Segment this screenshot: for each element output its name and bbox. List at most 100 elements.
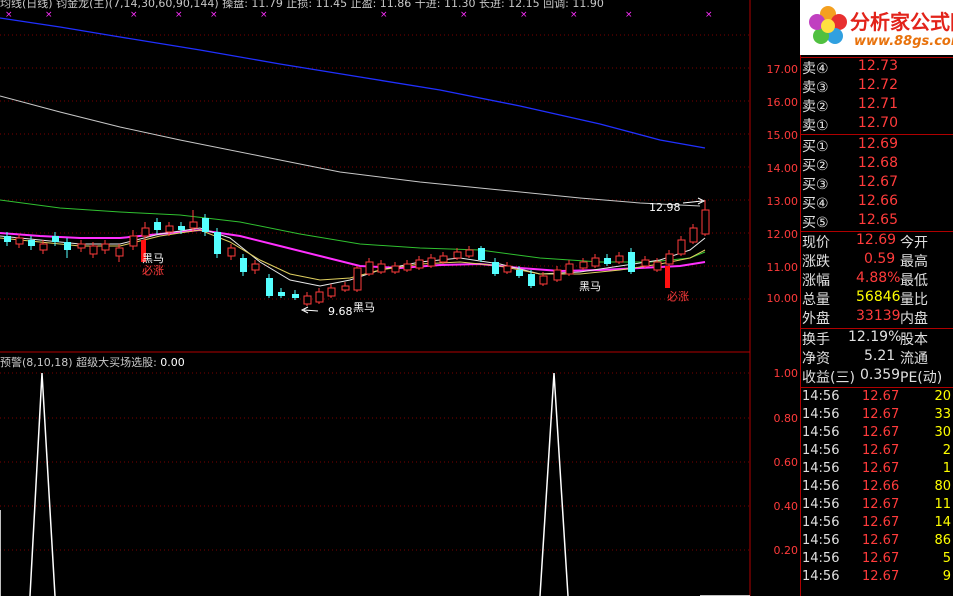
price-tick-13: 13.00 bbox=[766, 195, 799, 208]
neipan-label: 内盘 bbox=[900, 311, 928, 327]
buy-1-price: 12.69 bbox=[857, 136, 898, 152]
liutong-label: 流通 bbox=[900, 351, 928, 367]
candle-body bbox=[591, 257, 600, 267]
quote-row-jingzi: 净资 5.21 流通 bbox=[802, 348, 953, 367]
price-tick-12: 12.00 bbox=[766, 228, 799, 241]
sell-row-1: 卖① 12.70 bbox=[802, 115, 898, 134]
liangbi-label: 量比 bbox=[900, 292, 928, 308]
tick-time: 14:56 bbox=[802, 425, 840, 440]
indicator-tick-06: 0.60 bbox=[773, 456, 799, 469]
buy-row-1: 买① 12.69 bbox=[802, 136, 898, 155]
indicator-header: 均线(日线) 钧金龙(主)(7,14,30,60,90,144) 操盘: 11.… bbox=[0, 0, 604, 10]
candle-body bbox=[303, 295, 312, 305]
candle-body bbox=[492, 262, 499, 274]
sell-row-4: 卖④ 12.73 bbox=[802, 58, 898, 77]
xianjia-value: 12.69 bbox=[856, 232, 897, 248]
ma-blue-line bbox=[0, 17, 706, 149]
candle-body bbox=[327, 287, 336, 297]
buy-row-5: 买⑤ 12.65 bbox=[802, 212, 898, 231]
quote-row-shouyi: 收益(三) 0.359 PE(动) bbox=[802, 367, 953, 386]
candle-body bbox=[579, 261, 588, 269]
zhangdie-label: 涨跌 bbox=[802, 254, 830, 270]
tick-price: 12.67 bbox=[862, 569, 900, 584]
tick-row: 14:56 12.67 20 bbox=[802, 389, 953, 407]
quote-row-zongliang: 总量 56846 量比 bbox=[802, 289, 953, 308]
candle-body bbox=[516, 270, 523, 276]
candle-body bbox=[439, 255, 448, 263]
tick-price: 12.67 bbox=[862, 425, 900, 440]
logo-url-text: www.88gs.com bbox=[854, 34, 953, 49]
shouyi-label: 收益(三) bbox=[802, 370, 855, 386]
tick-time: 14:56 bbox=[802, 389, 840, 404]
side-left-border bbox=[800, 0, 801, 596]
candle-body bbox=[353, 267, 362, 291]
tick-price: 12.67 bbox=[862, 497, 900, 512]
separator-ticks bbox=[800, 387, 953, 388]
huanshou-label: 换手 bbox=[802, 332, 830, 348]
candle-body bbox=[478, 248, 485, 260]
tick-row: 14:56 12.66 80 bbox=[802, 479, 953, 497]
tick-price: 12.67 bbox=[862, 461, 900, 476]
tick-time: 14:56 bbox=[802, 461, 840, 476]
zuidi-label: 最低 bbox=[900, 273, 928, 289]
waipan-value: 33139 bbox=[856, 308, 901, 324]
bizhang-label-1: 必涨 bbox=[142, 264, 164, 277]
tick-time: 14:56 bbox=[802, 479, 840, 494]
price-tick-10: 10.00 bbox=[766, 292, 799, 305]
candle-body bbox=[28, 240, 35, 246]
candle-body bbox=[4, 236, 11, 242]
high-price-label: 12.98 bbox=[649, 201, 681, 214]
candle-body bbox=[64, 242, 71, 250]
tick-vol: 11 bbox=[934, 497, 951, 512]
candle-body bbox=[539, 275, 548, 285]
indicator-tick-04: 0.40 bbox=[773, 500, 799, 513]
candle-body bbox=[227, 247, 236, 257]
candle-body bbox=[403, 263, 412, 271]
ma-white-long-line bbox=[0, 95, 701, 207]
indicator-tick-1: 1.00 bbox=[773, 367, 799, 380]
sell-2-label: 卖② bbox=[802, 99, 829, 115]
heima-label-3: 黑马 bbox=[579, 280, 601, 293]
grid-lines bbox=[0, 34, 750, 551]
tick-time: 14:56 bbox=[802, 497, 840, 512]
sell-1-price: 12.70 bbox=[857, 115, 898, 131]
sell-1-label: 卖① bbox=[802, 118, 829, 134]
candle-body bbox=[202, 218, 209, 232]
candle-body bbox=[391, 265, 400, 273]
tick-row: 14:56 12.67 5 bbox=[802, 551, 953, 569]
jingzi-label: 净资 bbox=[802, 351, 830, 367]
buy-2-label: 买② bbox=[802, 158, 829, 174]
candle-body bbox=[129, 235, 138, 247]
candlesticks: × × × × × × × × × × × × bbox=[4, 10, 713, 306]
indicator-tick-08: 0.80 bbox=[773, 412, 799, 425]
candle-body bbox=[189, 221, 198, 229]
candle-body bbox=[141, 227, 150, 237]
tick-vol: 5 bbox=[942, 551, 951, 566]
candle-body bbox=[315, 291, 324, 303]
candle-body bbox=[52, 236, 59, 242]
tick-vol: 20 bbox=[934, 389, 951, 404]
tick-vol: 9 bbox=[942, 569, 951, 584]
tick-time: 14:56 bbox=[802, 407, 840, 422]
tick-vol: 80 bbox=[934, 479, 951, 494]
candle-body bbox=[377, 263, 386, 273]
candle-body bbox=[77, 243, 86, 249]
candle-body bbox=[415, 259, 424, 269]
waipan-label: 外盘 bbox=[802, 311, 830, 327]
candle-body bbox=[653, 261, 662, 271]
indicator-line bbox=[0, 372, 750, 596]
tick-price: 12.67 bbox=[862, 407, 900, 422]
candle-body bbox=[15, 237, 24, 245]
logo-brand-text: 分析家公式网 bbox=[850, 10, 953, 34]
quote-row-zhangdie: 涨跌 0.59 最高 bbox=[802, 251, 953, 270]
zhangfu-value: 4.88% bbox=[856, 270, 901, 286]
tick-row: 14:56 12.67 86 bbox=[802, 533, 953, 551]
pe-label: PE(动) bbox=[900, 370, 943, 386]
tick-vol: 33 bbox=[934, 407, 951, 422]
tick-vol: 2 bbox=[942, 443, 951, 458]
tick-price: 12.66 bbox=[862, 479, 900, 494]
tick-time: 14:56 bbox=[802, 551, 840, 566]
candle-body bbox=[178, 226, 185, 230]
price-tick-11: 11.00 bbox=[766, 261, 799, 274]
tick-vol: 1 bbox=[942, 461, 951, 476]
